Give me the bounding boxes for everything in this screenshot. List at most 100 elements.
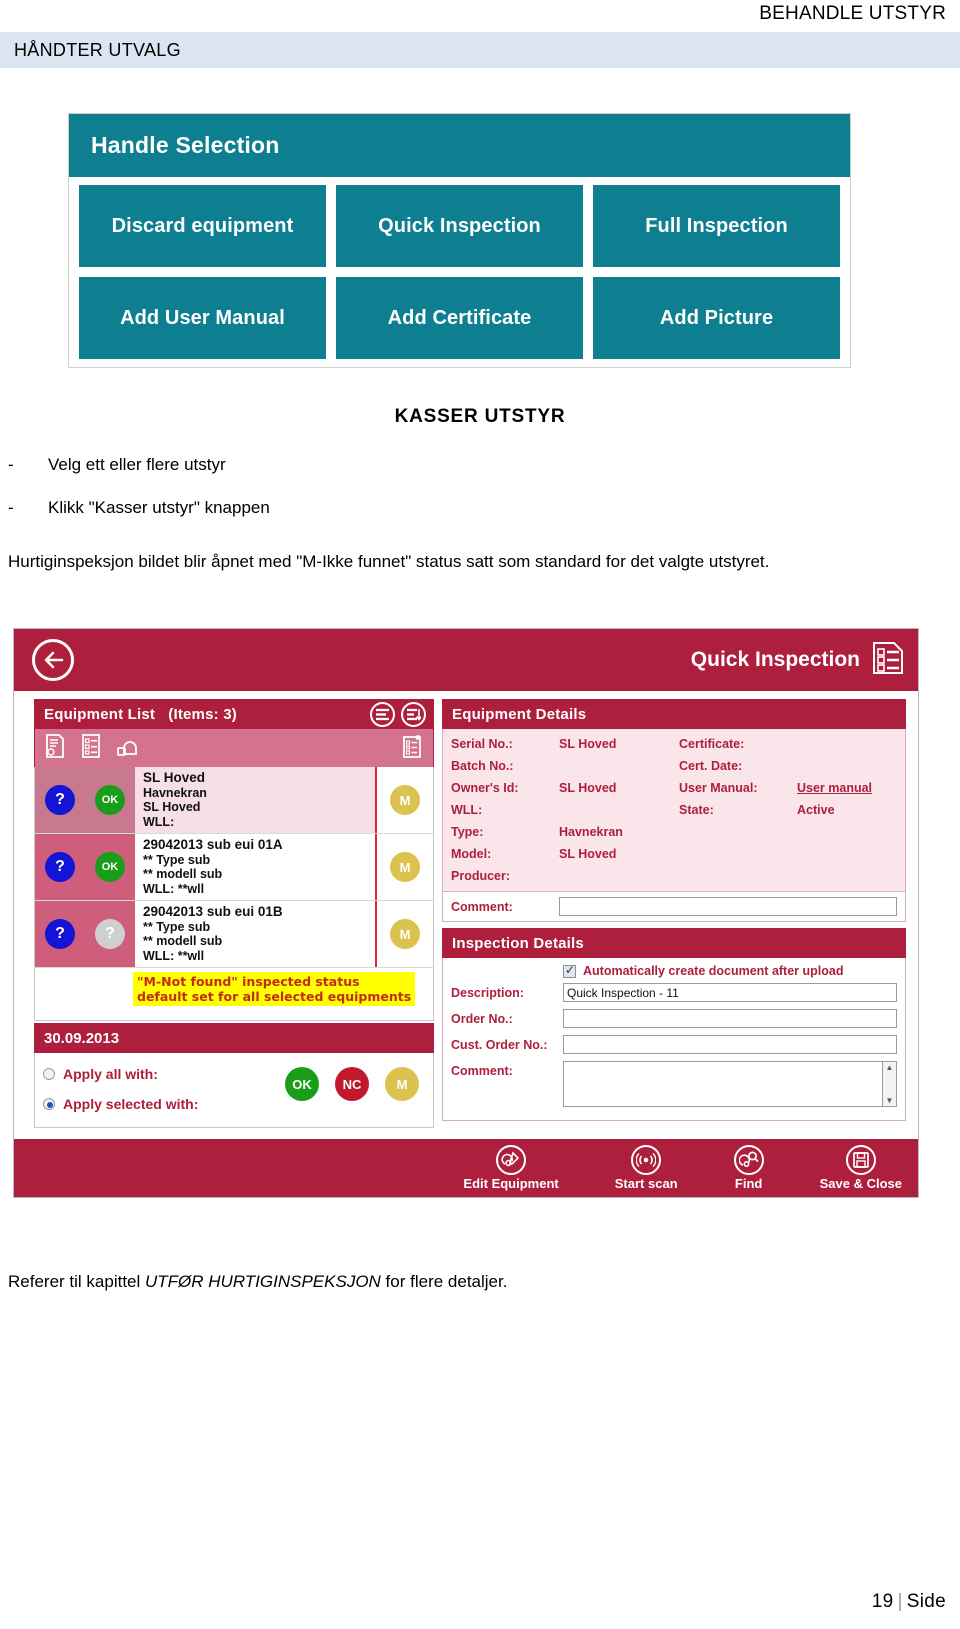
table-row[interactable]: ? ? 29042013 sub eui 01B ** Type sub ** … xyxy=(35,901,433,968)
table-row[interactable]: ? OK 29042013 sub eui 01A ** Type sub **… xyxy=(35,834,433,901)
apply-m-button[interactable]: M xyxy=(385,1067,419,1101)
list-filter-icon[interactable] xyxy=(370,701,395,727)
find-icon xyxy=(733,1145,764,1175)
row-line-2: ** Type sub xyxy=(143,919,211,934)
callout-annotation: "M-Not found" inspected status default s… xyxy=(133,972,416,1006)
table-row[interactable]: ? OK SL Hoved Havnekran SL Hoved WLL: M xyxy=(35,767,433,834)
apply-all-radio[interactable] xyxy=(43,1068,55,1080)
apply-ok-button[interactable]: OK xyxy=(285,1067,319,1101)
state-label: State: xyxy=(679,803,714,817)
mark-badge[interactable]: M xyxy=(390,852,420,882)
inspection-status-badge[interactable]: ? xyxy=(95,919,125,949)
description-label: Description: xyxy=(451,986,524,1000)
wll-value xyxy=(559,800,679,821)
app-top-bar-right: Quick Inspection xyxy=(691,641,904,680)
certificate-label: Certificate: xyxy=(679,737,745,751)
apply-selected-label: Apply selected with: xyxy=(63,1096,199,1112)
owners-id-value: SL Hoved xyxy=(559,781,617,795)
inspection-details-header: Inspection Details xyxy=(442,928,906,958)
status-badge[interactable]: ? xyxy=(45,919,75,949)
page-number-word: Side xyxy=(906,1591,946,1612)
apply-nc-button[interactable]: NC xyxy=(335,1067,369,1101)
handle-selection-panel: Handle Selection Discard equipment Quick… xyxy=(68,113,851,368)
apply-status-buttons: OK NC M xyxy=(285,1067,419,1101)
inspection-comment-row: Comment: ▲ ▼ xyxy=(451,1061,897,1107)
mark-badge[interactable]: M xyxy=(390,785,420,815)
equipment-list-header: Equipment List (Items: 3) xyxy=(34,699,434,729)
row-text-cell: 29042013 sub eui 01A ** Type sub ** mode… xyxy=(135,834,375,900)
status-badge[interactable]: ? xyxy=(45,785,75,815)
equipment-list-count: (Items: 3) xyxy=(168,705,237,723)
add-user-manual-button[interactable]: Add User Manual xyxy=(79,277,326,359)
auto-create-checkbox[interactable] xyxy=(563,963,576,978)
annotation-row: "M-Not found" inspected status default s… xyxy=(35,968,433,1020)
cert-date-label: Cert. Date: xyxy=(679,759,743,773)
auto-create-row[interactable]: Automatically create document after uplo… xyxy=(451,963,897,978)
save-close-button[interactable]: Save & Close xyxy=(820,1145,902,1191)
list-item: - Klikk "Kasser utstyr" knappen xyxy=(8,498,868,518)
producer-value-spacer xyxy=(797,866,897,887)
quick-inspection-button[interactable]: Quick Inspection xyxy=(336,185,583,267)
find-button[interactable]: Find xyxy=(733,1145,764,1191)
list-sort-icon[interactable] xyxy=(401,701,426,727)
owners-id-label: Owner's Id: xyxy=(451,781,519,795)
edit-equipment-button[interactable]: Edit Equipment xyxy=(463,1145,559,1191)
certificate-icon[interactable] xyxy=(45,733,65,763)
section-banner: HÅNDTER UTVALG xyxy=(0,32,960,68)
apply-all-label: Apply all with: xyxy=(63,1066,158,1082)
document-header-title: BEHANDLE UTSTYR xyxy=(759,3,946,24)
scroll-down-arrow[interactable]: ▼ xyxy=(886,1096,894,1105)
discard-equipment-button[interactable]: Discard equipment xyxy=(79,185,326,267)
row-line-4: WLL: xyxy=(143,814,175,829)
inspection-comment-wrap: ▲ ▼ xyxy=(563,1061,897,1107)
add-certificate-button[interactable]: Add Certificate xyxy=(336,277,583,359)
save-icon xyxy=(845,1145,876,1175)
mark-badge[interactable]: M xyxy=(390,919,420,949)
type-value-spacer xyxy=(797,822,897,843)
new-inspection-icon[interactable] xyxy=(401,734,423,763)
page-number-separator: | xyxy=(897,1591,903,1612)
inspection-comment-textarea[interactable] xyxy=(563,1061,883,1107)
equipment-comment-input[interactable] xyxy=(559,897,897,916)
checklist-icon[interactable] xyxy=(81,733,101,763)
cust-order-no-row: Cust. Order No.: xyxy=(451,1035,897,1056)
row-text-cell: SL Hoved Havnekran SL Hoved WLL: xyxy=(135,767,375,833)
full-inspection-button[interactable]: Full Inspection xyxy=(593,185,840,267)
serial-no-value: SL Hoved xyxy=(559,737,617,751)
producer-label: Producer: xyxy=(451,869,511,883)
add-picture-button[interactable]: Add Picture xyxy=(593,277,840,359)
app-top-bar: Quick Inspection xyxy=(14,629,918,691)
equipment-comment-row: Comment: xyxy=(442,892,906,922)
comment-scrollbar[interactable]: ▲ ▼ xyxy=(883,1061,897,1107)
apply-selected-radio[interactable] xyxy=(43,1098,55,1110)
start-scan-button[interactable]: Start scan xyxy=(615,1145,678,1191)
handle-selection-title: Handle Selection xyxy=(91,132,280,158)
inspection-status-badge[interactable]: OK xyxy=(95,785,125,815)
user-manual-link[interactable]: User manual xyxy=(797,778,897,799)
row-status-cell: ? ? xyxy=(35,901,135,967)
wll-label: WLL: xyxy=(451,803,483,817)
scroll-up-arrow[interactable]: ▲ xyxy=(886,1063,894,1072)
row-line-3: ** modell sub xyxy=(143,867,223,881)
row-status-cell: ? OK xyxy=(35,767,135,833)
apply-status-panel: Apply all with: Apply selected with: OK … xyxy=(34,1053,434,1128)
back-arrow-icon[interactable] xyxy=(32,639,74,681)
equipment-list-rows: ? OK SL Hoved Havnekran SL Hoved WLL: M xyxy=(34,767,434,1021)
order-no-row: Order No.: xyxy=(451,1009,897,1030)
status-badge[interactable]: ? xyxy=(45,852,75,882)
closing-chapter-ref: UTFØR HURTIGINSPEKSJON xyxy=(145,1272,381,1291)
order-no-input[interactable] xyxy=(563,1009,897,1028)
equipment-comment-label: Comment: xyxy=(451,899,513,914)
page-number: 19 | Side xyxy=(872,1591,946,1613)
inspection-status-badge[interactable]: OK xyxy=(95,852,125,882)
model-label: Model: xyxy=(451,847,492,861)
certificate-value xyxy=(797,734,897,755)
row-line-2: ** Type sub xyxy=(143,852,211,867)
auto-create-label: Automatically create document after uplo… xyxy=(583,964,844,978)
page-title: KASSER UTSTYR xyxy=(394,406,566,427)
cust-order-no-input[interactable] xyxy=(563,1035,897,1054)
save-close-label: Save & Close xyxy=(819,1176,902,1191)
row-line-3: ** modell sub xyxy=(143,934,223,948)
description-input[interactable] xyxy=(563,983,897,1002)
shackle-icon[interactable] xyxy=(117,734,139,763)
